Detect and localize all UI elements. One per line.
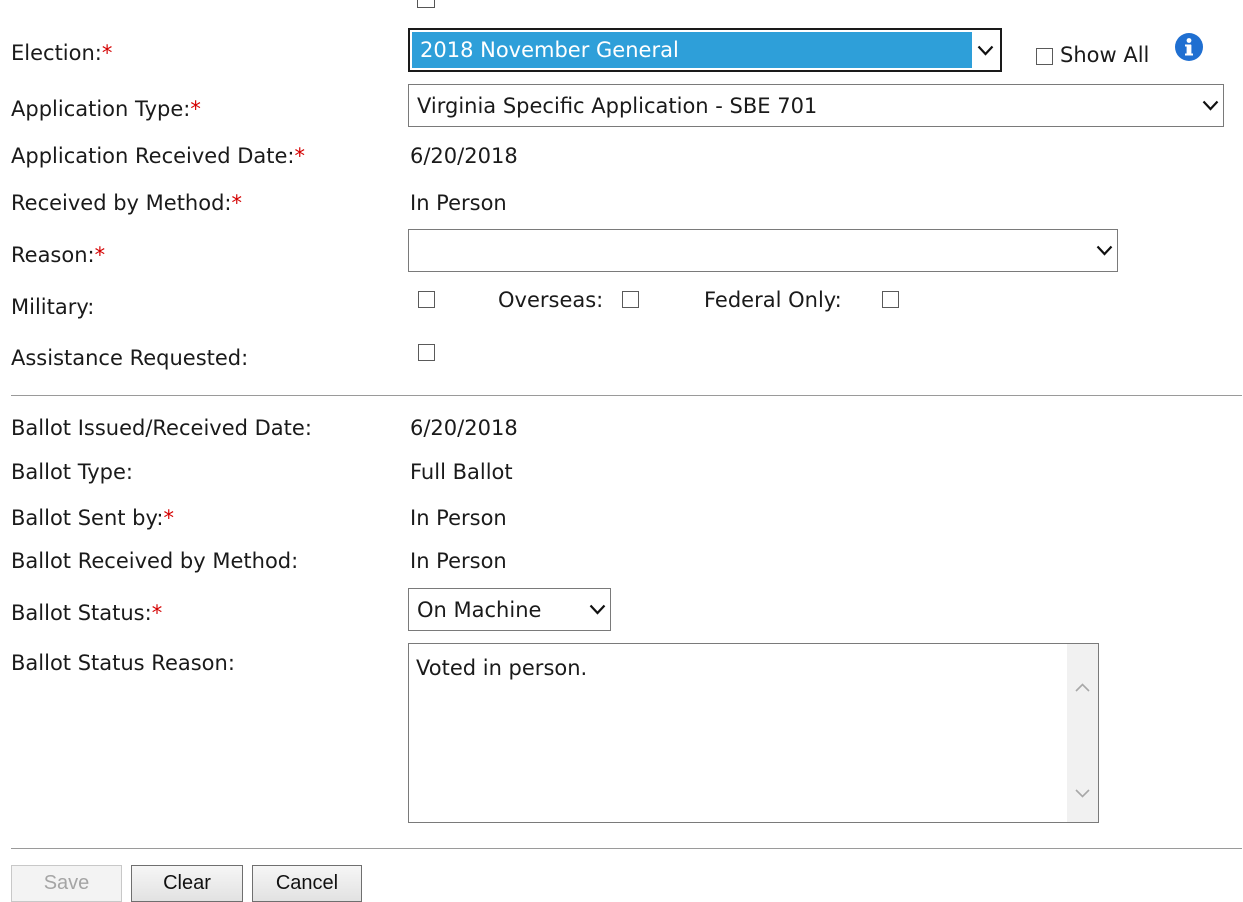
assistance-requested-checkbox[interactable] <box>418 344 435 361</box>
ballot-received-by-method-label: Ballot Received by Method: <box>11 549 299 573</box>
federal-only-checkbox[interactable] <box>882 291 899 308</box>
reason-label: Reason:* <box>11 243 106 267</box>
assistance-requested-label: Assistance Requested: <box>11 346 249 370</box>
ballot-status-reason-textarea[interactable]: Voted in person. <box>408 643 1099 823</box>
application-received-date-value: 6/20/2018 <box>410 144 518 168</box>
section-divider <box>11 395 1242 396</box>
chevron-down-icon[interactable] <box>584 589 610 630</box>
military-checkbox[interactable] <box>418 291 435 308</box>
info-icon[interactable] <box>1174 32 1204 62</box>
ballot-issued-received-date-value: 6/20/2018 <box>410 416 518 440</box>
chevron-down-icon[interactable] <box>972 32 998 68</box>
ballot-status-value: On Machine <box>417 597 542 622</box>
application-type-value: Virginia Specific Application - SBE 701 <box>417 93 818 118</box>
received-by-method-label: Received by Method:* <box>11 191 242 215</box>
clear-button[interactable]: Clear <box>131 865 243 902</box>
ballot-status-label: Ballot Status:* <box>11 601 163 625</box>
ballot-status-select[interactable]: On Machine <box>408 588 611 631</box>
ballot-type-value: Full Ballot <box>410 460 513 484</box>
textarea-scrollbar[interactable] <box>1067 644 1098 822</box>
overseas-label: Overseas: <box>498 288 604 312</box>
scroll-down-icon[interactable] <box>1074 780 1091 798</box>
ballot-status-reason-text: Voted in person. <box>416 656 588 680</box>
ballot-status-reason-label: Ballot Status Reason: <box>11 651 235 675</box>
military-label: Military: <box>11 295 95 319</box>
cut-off-checkbox[interactable] <box>417 0 435 8</box>
election-label: Election:* <box>11 41 113 65</box>
cut-off-label <box>11 0 51 6</box>
ballot-sent-by-label: Ballot Sent by:* <box>11 506 174 530</box>
ballot-type-label: Ballot Type: <box>11 460 134 484</box>
reason-select[interactable] <box>408 229 1118 272</box>
received-by-method-value: In Person <box>410 191 507 215</box>
ballot-issued-received-date-label: Ballot Issued/Received Date: <box>11 416 312 440</box>
overseas-checkbox[interactable] <box>622 291 639 308</box>
chevron-down-icon[interactable] <box>1091 230 1117 271</box>
bottom-divider <box>11 848 1242 849</box>
ballot-received-by-method-value: In Person <box>410 549 507 573</box>
ballot-sent-by-value: In Person <box>410 506 507 530</box>
chevron-down-icon[interactable] <box>1197 85 1223 126</box>
application-type-select[interactable]: Virginia Specific Application - SBE 701 <box>408 84 1224 127</box>
show-all-label: Show All <box>1060 43 1150 67</box>
show-all-checkbox[interactable] <box>1036 48 1053 65</box>
election-selected-value: 2018 November General <box>412 32 972 68</box>
cancel-button[interactable]: Cancel <box>252 865 362 902</box>
application-type-label: Application Type:* <box>11 97 201 121</box>
federal-only-label: Federal Only: <box>704 288 842 312</box>
save-button[interactable]: Save <box>11 865 122 902</box>
election-select[interactable]: 2018 November General <box>408 28 1002 72</box>
application-received-date-label: Application Received Date:* <box>11 144 305 168</box>
scroll-up-icon[interactable] <box>1074 674 1091 692</box>
